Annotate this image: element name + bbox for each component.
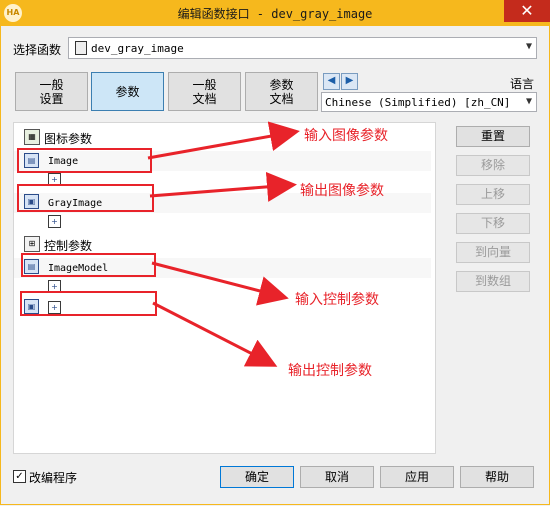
move-up-button[interactable]: 上移 [456,184,530,205]
cancel-button[interactable]: 取消 [300,466,374,488]
arrow-input-control [151,261,289,306]
annotation-input-image: 输入图像参数 [304,128,388,144]
help-button[interactable]: 帮助 [460,466,534,488]
to-array-button[interactable]: 到数组 [456,271,530,292]
move-down-button[interactable]: 下移 [456,213,530,234]
edit-program-label: 改编程序 [29,471,78,485]
ok-button[interactable]: 确定 [220,466,294,488]
annotation-output-control: 输出控制参数 [288,363,372,379]
remove-button[interactable]: 移除 [456,155,530,176]
annotation-output-image: 输出图像参数 [300,183,384,199]
edit-program-checkbox[interactable]: ✓ [13,470,26,483]
reset-button[interactable]: 重置 [456,126,530,147]
to-vector-button[interactable]: 到向量 [456,242,530,263]
annotation-input-control: 输入控制参数 [295,292,379,308]
apply-button[interactable]: 应用 [380,466,454,488]
arrow-input-image [147,121,300,160]
arrow-output-image [149,171,297,202]
arrow-output-control [152,301,278,367]
